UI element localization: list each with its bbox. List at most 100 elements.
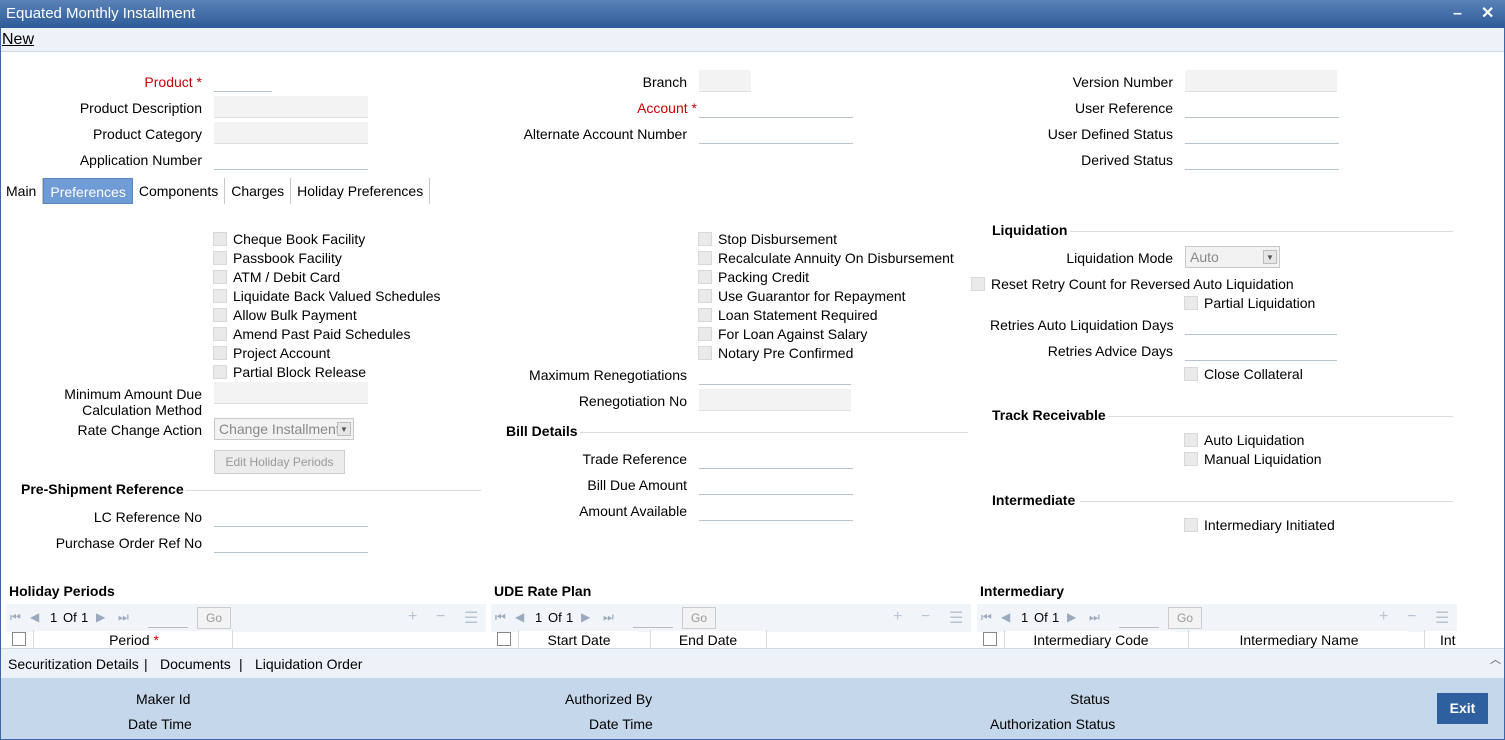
link-separator: |: [144, 656, 148, 672]
add-row-icon[interactable]: +: [1379, 608, 1388, 626]
branch-field: [699, 70, 751, 92]
last-page-icon[interactable]: ⏭: [603, 610, 614, 625]
first-page-icon[interactable]: ⏮: [495, 610, 506, 625]
alternate-account-input[interactable]: [699, 122, 853, 144]
first-page-icon[interactable]: ⏮: [981, 610, 992, 625]
purchase-order-input[interactable]: [214, 531, 368, 553]
next-page-icon[interactable]: ▶: [1067, 610, 1076, 624]
tab-charges[interactable]: Charges: [225, 178, 292, 204]
passbook-checkbox[interactable]: [213, 251, 227, 265]
delete-row-icon[interactable]: −: [921, 608, 930, 626]
account-input[interactable]: [699, 96, 853, 118]
next-page-icon[interactable]: ▶: [581, 610, 590, 624]
prev-page-icon[interactable]: ◀: [1001, 610, 1010, 624]
select-all-checkbox[interactable]: [12, 632, 26, 646]
edit-holiday-periods-button[interactable]: Edit Holiday Periods: [214, 450, 345, 474]
partial-liquidation-label: Partial Liquidation: [1204, 295, 1316, 311]
prev-page-icon[interactable]: ◀: [515, 610, 524, 624]
partial-block-release-checkbox[interactable]: [213, 365, 227, 379]
select-all-checkbox[interactable]: [497, 632, 511, 646]
page-input[interactable]: [1119, 610, 1159, 628]
application-number-input[interactable]: [214, 148, 368, 170]
project-account-checkbox[interactable]: [213, 346, 227, 360]
user-defined-status-input[interactable]: [1185, 122, 1339, 144]
auto-liquidation-checkbox[interactable]: [1184, 433, 1198, 447]
tab-holiday-preferences[interactable]: Holiday Preferences: [291, 178, 431, 204]
notary-pre-confirmed-checkbox[interactable]: [698, 346, 712, 360]
intermediary-initiated-checkbox[interactable]: [1184, 518, 1198, 532]
new-link[interactable]: New: [2, 31, 34, 49]
stop-disbursement-checkbox[interactable]: [698, 232, 712, 246]
user-reference-input[interactable]: [1185, 96, 1339, 118]
page-input[interactable]: [148, 610, 188, 628]
trade-reference-input[interactable]: [699, 447, 853, 469]
go-button[interactable]: Go: [682, 607, 716, 629]
documents-link[interactable]: Documents: [160, 656, 231, 672]
manual-liquidation-checkbox[interactable]: [1184, 452, 1198, 466]
tab-main[interactable]: Main: [0, 178, 44, 204]
derived-status-input[interactable]: [1185, 148, 1339, 170]
add-row-icon[interactable]: +: [893, 608, 902, 626]
cheque-book-checkbox[interactable]: [213, 232, 227, 246]
close-icon[interactable]: ✕: [1481, 0, 1494, 28]
recalculate-annuity-checkbox[interactable]: [698, 251, 712, 265]
packing-credit-checkbox[interactable]: [698, 270, 712, 284]
page-input[interactable]: [633, 610, 673, 628]
liquidate-back-valued-checkbox[interactable]: [213, 289, 227, 303]
lc-reference-label: LC Reference No: [93, 509, 202, 525]
select-all-checkbox[interactable]: [983, 632, 997, 646]
collapse-icon[interactable]: ︿: [1490, 651, 1501, 667]
go-button[interactable]: Go: [197, 607, 231, 629]
authorization-status-label: Authorization Status: [990, 716, 1116, 732]
prev-page-icon[interactable]: ◀: [30, 610, 39, 624]
close-collateral-checkbox[interactable]: [1184, 367, 1198, 381]
allow-bulk-payment-checkbox[interactable]: [213, 308, 227, 322]
divider: [1108, 416, 1453, 417]
intermediary-extra-column-header: Int: [1426, 631, 1457, 649]
loan-statement-checkbox[interactable]: [698, 308, 712, 322]
project-account-label: Project Account: [233, 345, 331, 361]
liquidate-back-valued-label: Liquidate Back Valued Schedules: [233, 288, 441, 304]
lc-reference-input[interactable]: [214, 505, 368, 527]
delete-row-icon[interactable]: −: [436, 608, 445, 626]
rate-change-select[interactable]: Change Installment ▼: [214, 418, 354, 440]
reset-retry-checkbox[interactable]: [971, 277, 985, 291]
liquidation-order-link[interactable]: Liquidation Order: [255, 656, 362, 672]
ude-rate-plan-title: UDE Rate Plan: [494, 583, 592, 599]
auto-liquidation-label: Auto Liquidation: [1204, 432, 1305, 448]
add-row-icon[interactable]: +: [408, 608, 417, 626]
subscreen-links-bar: Securitization Details | Documents | Liq…: [0, 648, 1505, 678]
list-icon[interactable]: ☰: [1435, 608, 1449, 628]
window-title: Equated Monthly Installment: [6, 5, 196, 22]
authorized-by-label: Authorized By: [565, 691, 653, 707]
first-page-icon[interactable]: ⏮: [10, 610, 21, 625]
amount-available-input[interactable]: [699, 499, 853, 521]
next-page-icon[interactable]: ▶: [96, 610, 105, 624]
list-icon[interactable]: ☰: [949, 608, 963, 628]
tab-components[interactable]: Components: [133, 178, 226, 204]
last-page-icon[interactable]: ⏭: [118, 610, 129, 625]
loan-against-salary-checkbox[interactable]: [698, 327, 712, 341]
bill-due-amount-input[interactable]: [699, 473, 853, 495]
passbook-label: Passbook Facility: [233, 250, 342, 266]
delete-row-icon[interactable]: −: [1407, 608, 1416, 626]
minimize-icon[interactable]: –: [1453, 0, 1462, 28]
retries-advice-input[interactable]: [1185, 339, 1337, 361]
retries-auto-input[interactable]: [1185, 313, 1337, 335]
tab-preferences[interactable]: Preferences: [43, 178, 133, 204]
partial-liquidation-checkbox[interactable]: [1184, 296, 1198, 310]
list-icon[interactable]: ☰: [464, 608, 478, 628]
intermediary-initiated-label: Intermediary Initiated: [1204, 517, 1335, 533]
go-button[interactable]: Go: [1168, 607, 1202, 629]
liquidation-mode-select[interactable]: Auto ▼: [1185, 246, 1280, 268]
product-input[interactable]: [214, 70, 272, 92]
last-page-icon[interactable]: ⏭: [1089, 610, 1100, 625]
max-renegotiations-input[interactable]: [699, 363, 851, 385]
min-amount-label: Minimum Amount Due Calculation Method: [64, 386, 202, 418]
amend-past-paid-checkbox[interactable]: [213, 327, 227, 341]
exit-button[interactable]: Exit: [1437, 693, 1488, 724]
securitization-details-link[interactable]: Securitization Details: [8, 656, 139, 672]
divider: [232, 630, 233, 648]
use-guarantor-checkbox[interactable]: [698, 289, 712, 303]
atm-debit-card-checkbox[interactable]: [213, 270, 227, 284]
